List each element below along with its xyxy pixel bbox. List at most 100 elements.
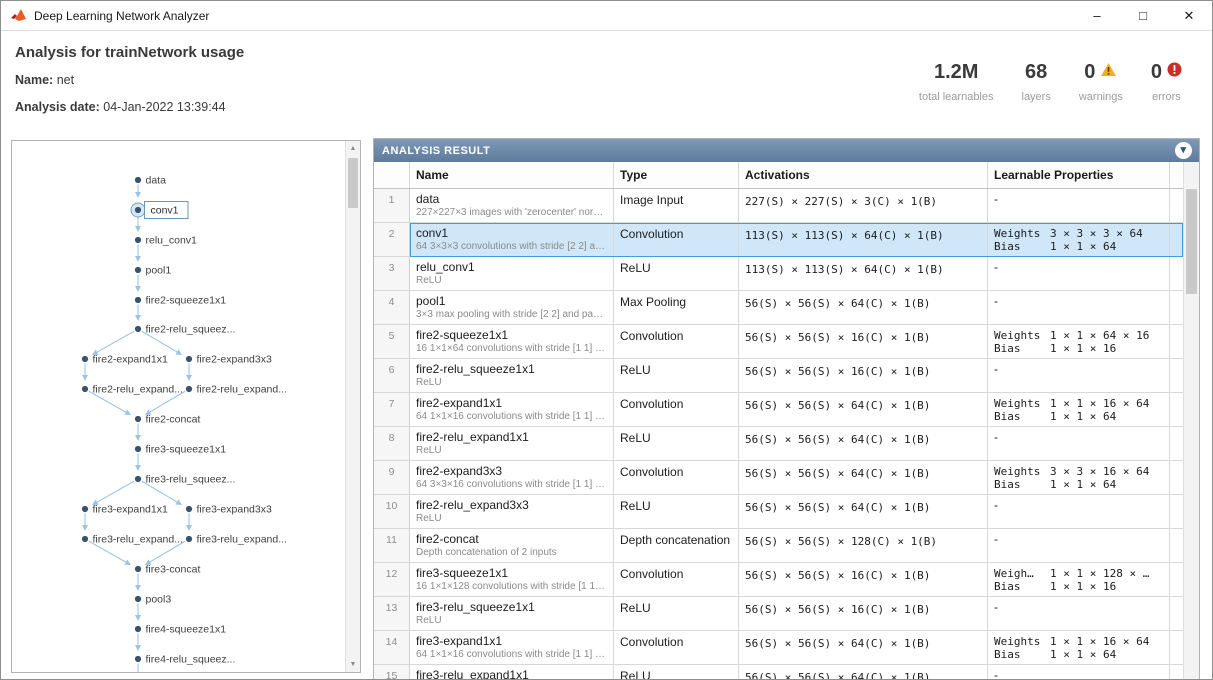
diagram-node-fire4-relu_squeeze1x1[interactable]: fire4-relu_squeez... <box>134 654 236 666</box>
learnable-size: 1 × 1 × 128 × … <box>1050 567 1150 580</box>
table-row-relu_conv1[interactable]: 3 relu_conv1 ReLU ReLU 113(S) × 113(S) × 64(… <box>374 257 1183 291</box>
layers-value: 68 <box>1025 60 1048 83</box>
table-row-fire2-expand1x1[interactable]: 7 fire2-expand1x1 64 1×1×16 convolutions w… <box>374 393 1183 427</box>
layer-activations: 56(S) × 56(S) × 16(C) × 1(B) <box>739 597 988 631</box>
node-label: fire3-relu_expand... <box>93 534 183 546</box>
diagram-node-fire3-relu_squeeze1x1[interactable]: fire3-relu_squeez... <box>134 474 235 486</box>
table-row-data[interactable]: 1 data 227×227×3 images with 'zerocenter' … <box>374 189 1183 223</box>
diagram-scrollbar-thumb[interactable] <box>348 158 358 208</box>
table-row-conv1[interactable]: 2 conv1 64 3×3×3 convolutions with stride … <box>374 223 1183 257</box>
table-row-fire2-expand3x3[interactable]: 9 fire2-expand3x3 64 3×3×16 convolutions w… <box>374 461 1183 495</box>
node-label: data <box>146 175 167 187</box>
collapse-panel-button[interactable]: ▾ <box>1175 142 1192 159</box>
diagram-node-fire4-squeeze1x1[interactable]: fire4-squeeze1x1 <box>134 624 226 636</box>
total-learnables-value: 1.2M <box>933 60 979 83</box>
learnable-label: Bias <box>994 410 1021 423</box>
scroll-down-icon[interactable]: ▼ <box>346 657 360 672</box>
layer-name-cell: pool1 3×3 max pooling with stride [2 2] a… <box>410 291 614 325</box>
layer-learnables: - <box>988 291 1170 325</box>
layer-name: relu_conv1 <box>416 260 475 274</box>
table-scrollbar-thumb[interactable] <box>1186 189 1197 294</box>
layer-description: 227×227×3 images with 'zerocenter' nor… <box>416 207 604 218</box>
node-label: relu_conv1 <box>146 235 198 247</box>
node-dot <box>81 385 89 393</box>
layer-type: ReLU <box>614 257 739 291</box>
learnable-size: 1 × 1 × 16 <box>1050 580 1117 593</box>
name-label: Name: <box>15 73 54 87</box>
layer-type: Convolution <box>614 631 739 665</box>
learnable-size: 1 × 1 × 64 <box>1050 410 1117 423</box>
layer-name-cell: conv1 64 3×3×3 convolutions with stride [… <box>410 223 614 257</box>
diagram-node-conv1[interactable]: conv1 <box>130 201 189 219</box>
analysis-result-titlebar: ANALYSIS RESULT ▾ <box>374 139 1199 162</box>
layer-description: 3×3 max pooling with stride [2 2] and pa… <box>416 309 604 320</box>
table-row-fire2-relu_squeeze1x1[interactable]: 6 fire2-relu_squeeze1x1 ReLU ReLU 56(S) × 56… <box>374 359 1183 393</box>
name-value: net <box>56 73 75 87</box>
node-label: fire2-expand3x3 <box>197 354 272 366</box>
layer-activations: 113(S) × 113(S) × 64(C) × 1(B) <box>739 257 988 291</box>
diagram-node-fire2-relu_expand1x1[interactable]: fire2-relu_expand... <box>81 384 183 396</box>
minimize-button[interactable]: – <box>1074 1 1120 30</box>
table-row-fire3-relu_expand1x1[interactable]: 15fire3-relu_expand1x1ReLUReLU56(S) × 56… <box>374 665 1183 680</box>
node-dot <box>134 595 142 603</box>
layer-learnables: Weights 1 × 1 × 16 × 64 Bias 1 × 1 × 64 <box>988 631 1170 665</box>
layer-name: fire3-relu_expand1x1 <box>416 668 529 680</box>
table-row-fire3-expand1x1[interactable]: 14 fire3-expand1x1 64 1×1×16 convolutions … <box>374 631 1183 665</box>
diagram-node-fire3-expand3x3[interactable]: fire3-expand3x3 <box>185 504 272 516</box>
stat-total-learnables: 1.2M total learnables <box>905 60 1008 104</box>
diagram-node-fire3-squeeze1x1[interactable]: fire3-squeeze1x1 <box>134 444 226 456</box>
layer-description: ReLU <box>416 615 442 626</box>
row-number: 11 <box>374 529 410 563</box>
diagram-node-fire2-squeeze1x1[interactable]: fire2-squeeze1x1 <box>134 295 226 307</box>
table-scrollbar[interactable] <box>1183 162 1199 679</box>
layer-name-cell: fire3-relu_expand1x1ReLU <box>410 665 614 680</box>
diagram-node-pool3[interactable]: pool3 <box>134 594 171 606</box>
layer-name-cell: fire2-expand1x1 64 1×1×16 convolutions wi… <box>410 393 614 427</box>
diagram-node-fire2-expand1x1[interactable]: fire2-expand1x1 <box>81 354 168 366</box>
diagram-node-fire2-expand3x3[interactable]: fire2-expand3x3 <box>185 354 272 366</box>
analysis-table: Name Type Activations Learnable Properti… <box>374 162 1183 680</box>
node-dot <box>134 415 142 423</box>
errors-label: errors <box>1152 91 1181 103</box>
layer-activations: 56(S) × 56(S) × 16(C) × 1(B) <box>739 563 988 597</box>
table-row-fire2-relu_expand3x3[interactable]: 10 fire2-relu_expand3x3 ReLU ReLU 56(S) × 56… <box>374 495 1183 529</box>
diagram-node-relu_conv1[interactable]: relu_conv1 <box>134 235 198 247</box>
node-label: fire2-expand1x1 <box>93 354 168 366</box>
layer-type: ReLU <box>614 597 739 631</box>
table-row-fire3-squeeze1x1[interactable]: 12 fire3-squeeze1x1 16 1×1×128 convolution… <box>374 563 1183 597</box>
layer-type: ReLU <box>614 427 739 461</box>
diagram-node-fire2-relu_expand3x3[interactable]: fire2-relu_expand... <box>185 384 287 396</box>
layer-name-cell: fire2-relu_expand3x3 ReLU <box>410 495 614 529</box>
layer-name-cell: data 227×227×3 images with 'zerocenter' n… <box>410 189 614 223</box>
table-row-fire3-relu_squeeze1x1[interactable]: 13 fire3-relu_squeeze1x1 ReLU ReLU 56(S) × 5… <box>374 597 1183 631</box>
diagram-node-data[interactable]: data <box>134 175 167 187</box>
diagram-node-fire3-expand1x1[interactable]: fire3-expand1x1 <box>81 504 168 516</box>
diagram-node-fire3-concat[interactable]: fire3-concat <box>134 564 201 576</box>
table-row-fire2-concat[interactable]: 11 fire2-concat Depth concatenation of 2 i… <box>374 529 1183 563</box>
diagram-scrollbar[interactable]: ▲ ▼ <box>345 141 360 672</box>
learnable-size: 1 × 1 × 64 <box>1050 240 1117 253</box>
layer-activations: 56(S) × 56(S) × 64(C) × 1(B) <box>739 665 988 679</box>
layer-name-cell: fire2-expand3x3 64 3×3×16 convolutions wi… <box>410 461 614 495</box>
table-row-fire2-relu_expand1x1[interactable]: 8 fire2-relu_expand1x1 ReLU ReLU 56(S) × 56(… <box>374 427 1183 461</box>
learnable-label: Bias <box>994 240 1021 253</box>
titlebar: Deep Learning Network Analyzer – □ ✕ <box>1 1 1212 31</box>
diagram-node-fire2-relu_squeeze1x1[interactable]: fire2-relu_squeez... <box>134 324 235 336</box>
layer-learnables: - <box>988 597 1170 631</box>
diagram-node-pool1[interactable]: pool1 <box>134 265 171 277</box>
layer-type: Convolution <box>614 461 739 495</box>
scroll-up-icon[interactable]: ▲ <box>346 141 360 156</box>
diagram-node-fire3-relu_expand3x3[interactable]: fire3-relu_expand... <box>185 534 287 546</box>
node-label: fire4-relu_squeez... <box>146 654 236 666</box>
node-dot <box>81 505 89 513</box>
table-row-pool1[interactable]: 4 pool1 3×3 max pooling with stride [2 2] … <box>374 291 1183 325</box>
learnable-size: 1 × 1 × 64 <box>1050 478 1117 491</box>
layer-name-cell: relu_conv1 ReLU <box>410 257 614 291</box>
diagram-node-fire2-concat[interactable]: fire2-concat <box>134 414 201 426</box>
diagram-node-fire3-relu_expand1x1[interactable]: fire3-relu_expand... <box>81 534 183 546</box>
maximize-button[interactable]: □ <box>1120 1 1166 30</box>
layer-name: fire3-expand1x1 <box>416 634 503 648</box>
table-row-fire2-squeeze1x1[interactable]: 5 fire2-squeeze1x1 16 1×1×64 convolutions … <box>374 325 1183 359</box>
close-button[interactable]: ✕ <box>1166 1 1212 30</box>
network-name-row: Name: net <box>15 73 74 87</box>
